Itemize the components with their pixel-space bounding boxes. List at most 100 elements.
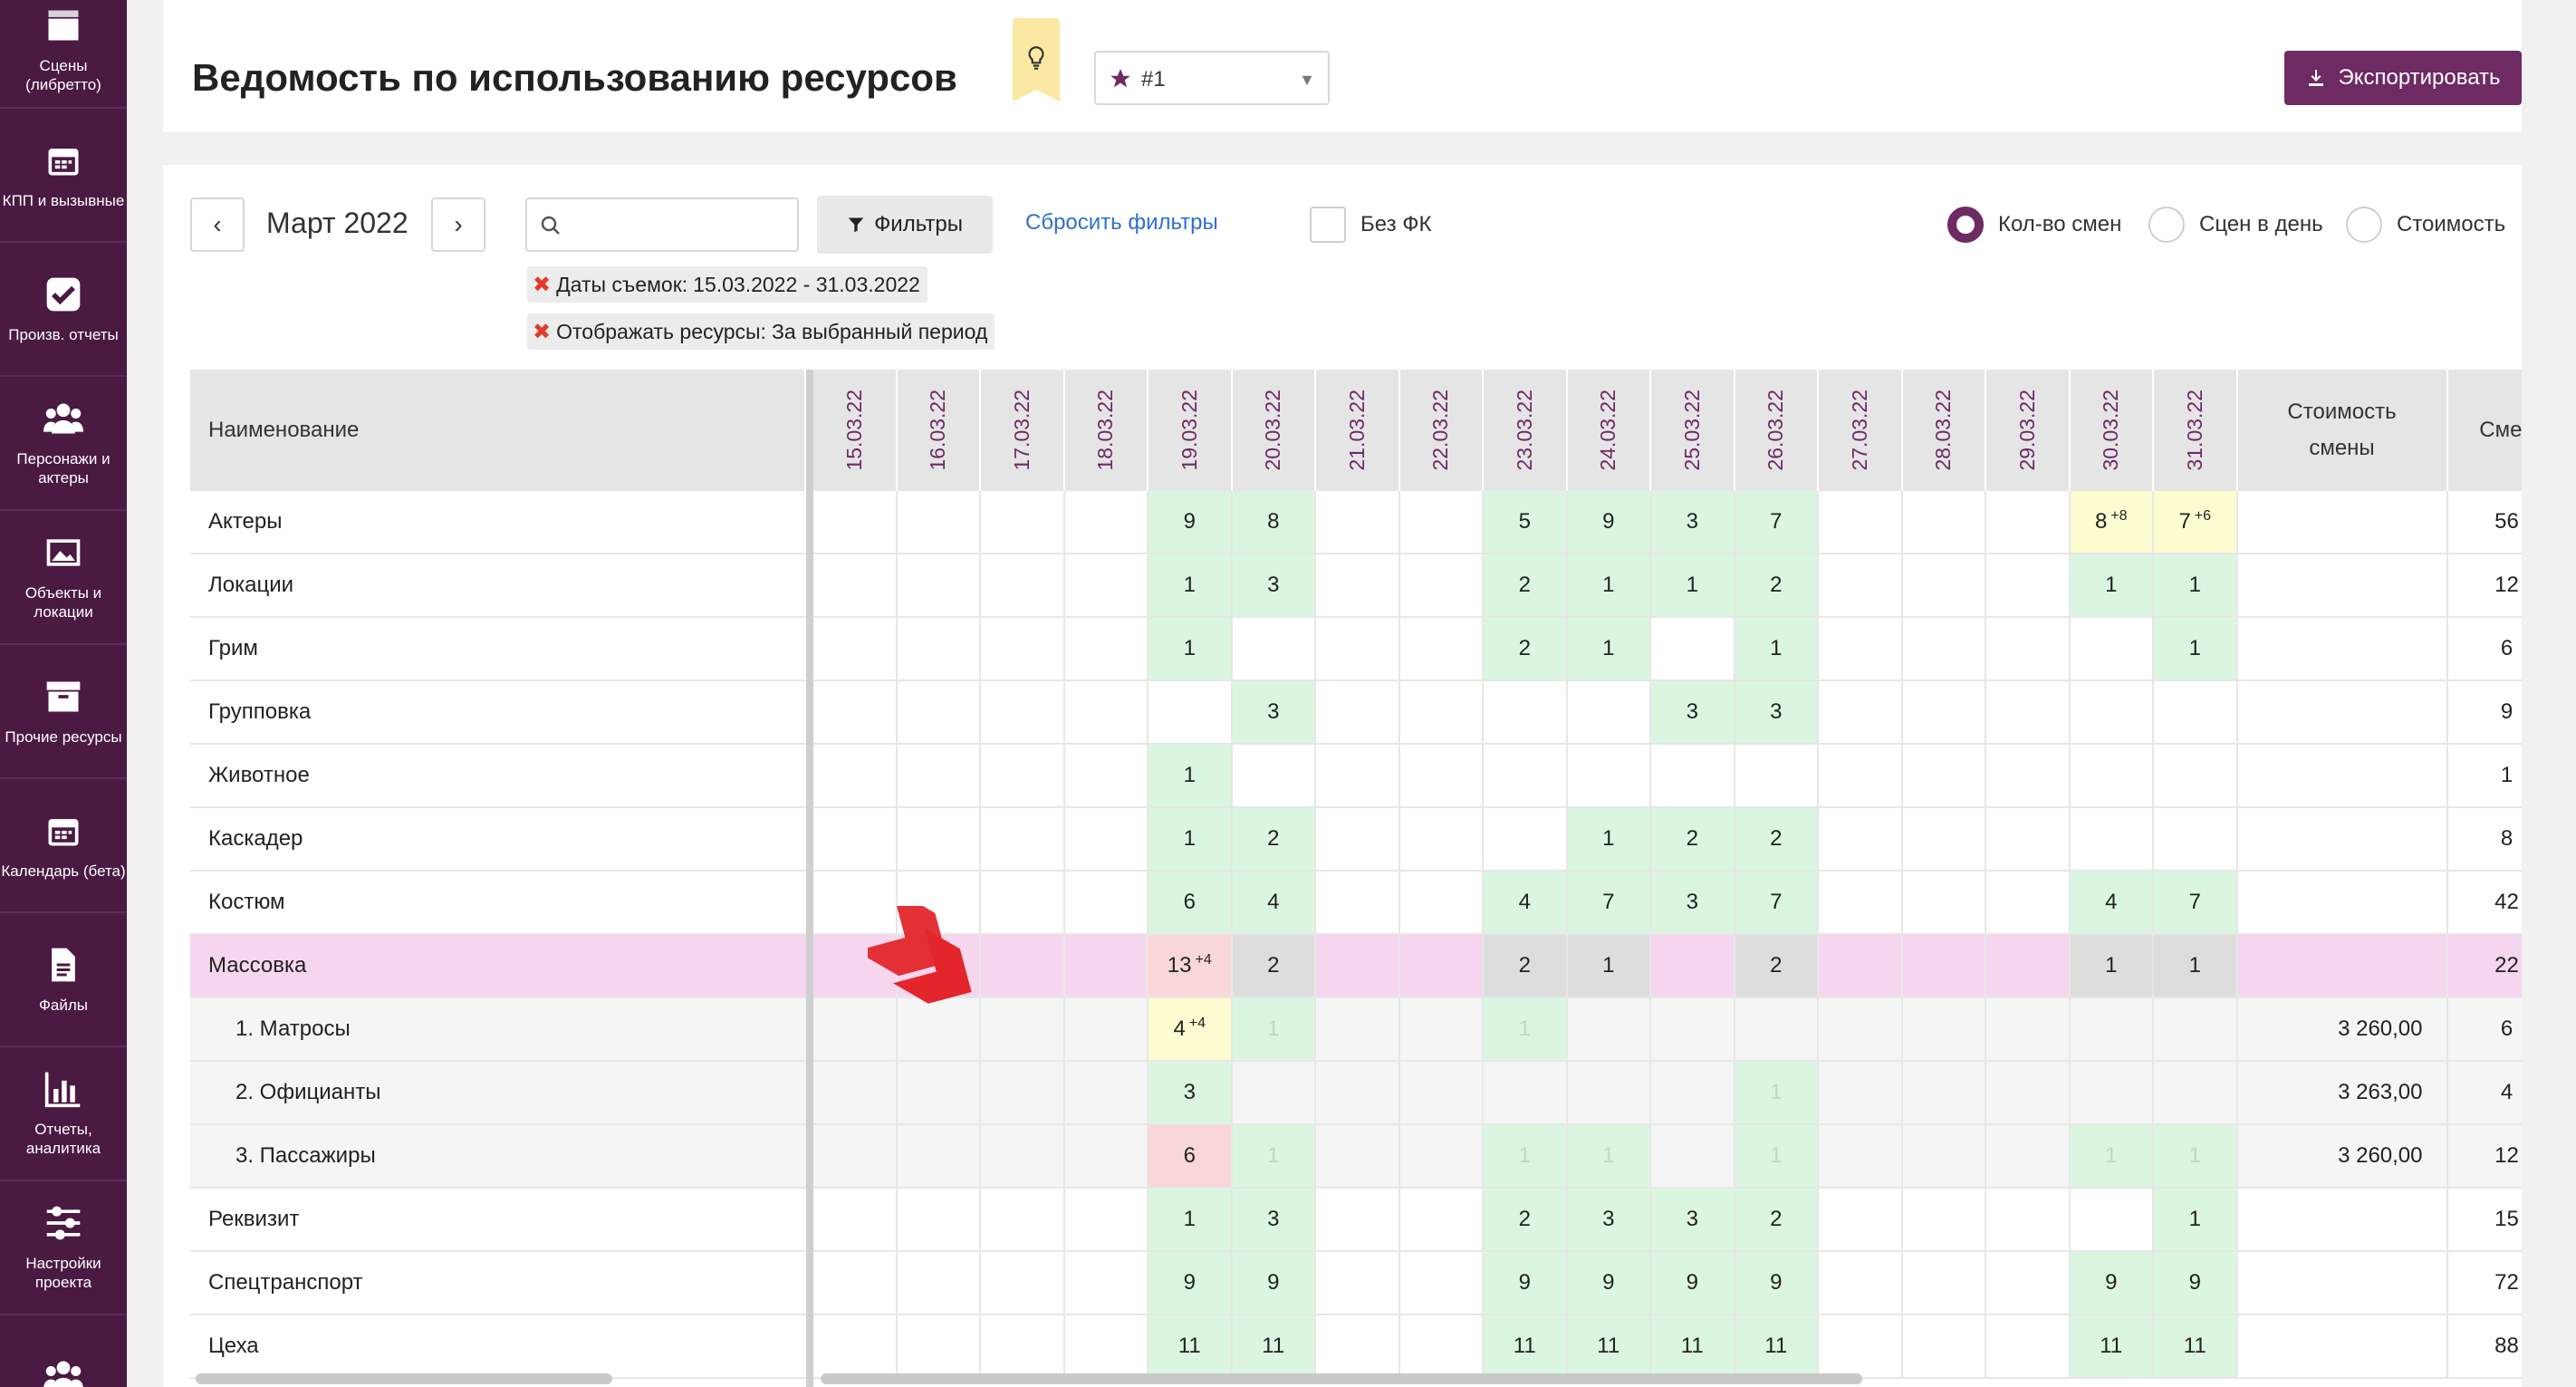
column-header-date[interactable]: 21.03.22 [1316,370,1400,491]
day-cell[interactable] [2071,998,2154,1060]
day-cell[interactable] [1065,681,1149,743]
day-cell[interactable] [1400,1062,1484,1123]
day-cell[interactable]: 9 [1651,1252,1735,1314]
day-cell[interactable] [1316,808,1400,870]
day-cell[interactable] [981,491,1065,553]
day-cell[interactable]: 3 [1651,491,1735,553]
day-cell[interactable] [1986,681,2071,743]
day-cell[interactable] [1149,681,1233,743]
day-cell[interactable] [1819,491,1903,553]
day-cell[interactable] [898,618,981,679]
day-cell[interactable] [1400,618,1484,679]
day-cell[interactable] [1903,1125,1986,1187]
day-cell[interactable] [1484,745,1568,806]
day-cell[interactable] [1903,808,1986,870]
day-cell[interactable]: 2 [1735,554,1819,616]
day-cell[interactable] [1819,998,1903,1060]
day-cell[interactable]: 9 [1232,1252,1316,1314]
day-cell[interactable] [1484,681,1568,743]
day-cell[interactable] [1651,618,1735,679]
day-cell[interactable] [1484,808,1568,870]
day-cell[interactable]: 4 [1484,872,1568,933]
day-cell[interactable] [1651,998,1735,1060]
day-cell[interactable] [898,1252,981,1314]
day-cell[interactable] [1065,618,1149,679]
day-cell[interactable] [2154,681,2238,743]
day-cell[interactable] [1400,491,1484,553]
table-row[interactable]: Спецтранспорт999999997272 [190,1252,2522,1315]
day-cell[interactable] [1819,1189,1903,1250]
nofk-checkbox[interactable] [1310,207,1346,243]
day-cell[interactable]: 11 [1735,1315,1819,1377]
search-input[interactable] [525,197,799,252]
day-cell[interactable]: 1 [2154,1125,2238,1187]
day-cell[interactable] [1400,1189,1484,1250]
day-cell[interactable]: 1 [1149,554,1233,616]
day-cell[interactable] [2154,998,2238,1060]
day-cell[interactable] [1651,1062,1735,1123]
day-cell[interactable]: 3 [1149,1062,1233,1123]
day-cell[interactable] [1065,872,1149,933]
day-cell[interactable] [898,554,981,616]
day-cell[interactable]: 5 [1484,491,1568,553]
day-cell[interactable] [1903,998,1986,1060]
day-cell[interactable]: 1 [1567,935,1651,997]
day-cell[interactable]: 2 [1651,808,1735,870]
day-cell[interactable] [981,1062,1065,1123]
day-cell[interactable] [2154,808,2238,870]
day-cell[interactable] [981,618,1065,679]
day-cell[interactable]: 2 [1484,1189,1568,1250]
day-cell[interactable] [981,745,1065,806]
day-cell[interactable] [1735,745,1819,806]
day-cell[interactable] [981,554,1065,616]
day-cell[interactable]: 7 [1735,491,1819,553]
column-header-date[interactable]: 25.03.22 [1651,370,1735,491]
day-cell[interactable]: 3 [1232,554,1316,616]
day-cell[interactable] [1065,554,1149,616]
day-cell[interactable] [813,681,898,743]
day-cell[interactable] [1819,1062,1903,1123]
column-header-date[interactable]: 16.03.22 [897,370,981,491]
day-cell[interactable]: 1 [2154,1189,2238,1250]
day-cell[interactable] [1903,618,1986,679]
day-cell[interactable] [1316,618,1400,679]
day-cell[interactable] [898,1189,981,1250]
day-cell[interactable] [1316,998,1400,1060]
day-cell[interactable] [1568,681,1651,743]
day-cell[interactable] [2071,808,2154,870]
table-row[interactable]: Цеха11111111111111118888 [190,1315,2522,1379]
day-cell[interactable]: 4 [1232,872,1316,933]
day-cell[interactable] [1819,618,1903,679]
table-row[interactable]: 1. Матросы4+4113 260,0066 [190,998,2522,1062]
table-row[interactable]: Массовка13+42212112222 [190,935,2522,998]
day-cell[interactable]: 7 [1567,872,1651,933]
day-cell[interactable]: 9 [1567,1252,1651,1314]
day-cell[interactable] [1986,1125,2071,1187]
day-cell[interactable] [2071,681,2154,743]
day-cell[interactable] [1568,745,1651,806]
filters-button[interactable]: Фильтры [817,196,993,254]
column-header-date[interactable]: 22.03.22 [1399,370,1484,491]
day-cell[interactable] [1316,1062,1400,1123]
day-cell[interactable] [813,1315,898,1377]
day-cell[interactable] [1819,1125,1903,1187]
day-cell[interactable] [981,1315,1065,1377]
mode-radio-scenes[interactable] [2148,207,2185,243]
day-cell[interactable]: 13 +4 [1149,935,1233,997]
day-cell[interactable]: 3 [1651,872,1735,933]
sidebar-item-0[interactable]: Сцены (либретто) [0,0,127,109]
day-cell[interactable] [898,1315,981,1377]
day-cell[interactable]: 9 [1484,1252,1568,1314]
day-cell[interactable] [813,808,898,870]
day-cell[interactable] [1986,1062,2071,1123]
table-row[interactable]: Актеры9859378+87+65656 [190,491,2522,554]
day-cell[interactable] [1316,1315,1400,1377]
table-row[interactable]: Грим1211166 [190,618,2522,681]
day-cell[interactable] [1819,745,1903,806]
day-cell[interactable]: 1 [1149,808,1233,870]
day-cell[interactable] [981,1252,1065,1314]
day-cell[interactable] [1903,745,1986,806]
day-cell[interactable] [981,1189,1065,1250]
day-cell[interactable] [898,745,981,806]
day-cell[interactable] [1986,745,2071,806]
